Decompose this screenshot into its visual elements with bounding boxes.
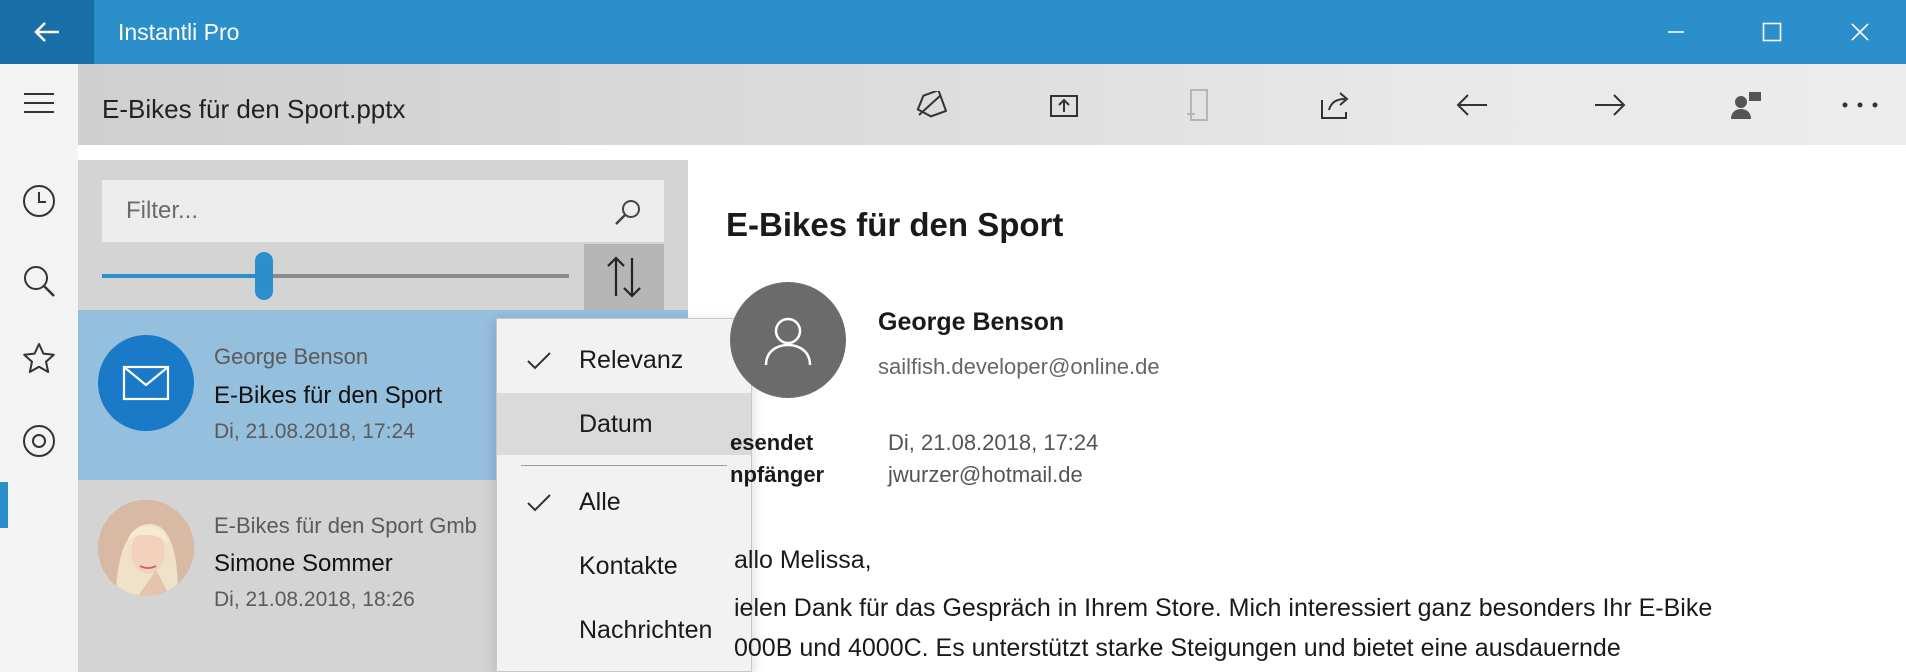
- message-title: E-Bikes für den Sport: [726, 206, 1064, 243]
- mail-icon: [122, 365, 170, 401]
- menu-item-label: Relevanz: [579, 345, 684, 374]
- item-date: Di, 21.08.2018, 17:24: [214, 420, 415, 443]
- search-icon: [24, 266, 55, 297]
- target-nav-button[interactable]: [0, 402, 78, 480]
- checkmark-icon: [527, 352, 551, 370]
- title-bar: Instantli Pro: [0, 0, 1906, 64]
- menu-item-nachrichten[interactable]: Nachrichten: [497, 599, 751, 661]
- previous-button[interactable]: [1432, 64, 1512, 145]
- item-subject: Simone Sommer: [214, 550, 393, 577]
- slider-track: [264, 274, 569, 278]
- arrow-right-icon: [1595, 93, 1626, 116]
- item-date: Di, 21.08.2018, 18:26: [214, 588, 415, 611]
- share-button[interactable]: [1296, 64, 1376, 145]
- clock-icon: [23, 185, 55, 217]
- recipient-value[interactable]: jwurzer@hotmail.de: [888, 462, 1083, 488]
- document-title: E-Bikes für den Sport.pptx: [102, 94, 406, 124]
- close-icon: [1851, 23, 1869, 41]
- avatar: [98, 335, 194, 431]
- avatar: [98, 500, 194, 596]
- maximize-icon: [1762, 22, 1782, 42]
- message-body-line: allo Melissa,: [734, 546, 872, 574]
- minimize-icon: [1668, 31, 1684, 33]
- document-move-icon: [1187, 88, 1208, 121]
- next-button[interactable]: [1570, 64, 1650, 145]
- sort-filter-menu: Relevanz Datum Alle Kontakte Nachrichten: [496, 318, 752, 672]
- item-subject: E-Bikes für den Sport: [214, 382, 443, 409]
- app-title: Instantli Pro: [118, 19, 240, 45]
- menu-item-relevanz[interactable]: Relevanz: [497, 329, 751, 391]
- open-window-icon: [1050, 94, 1078, 117]
- search-nav-button[interactable]: [0, 242, 78, 320]
- back-button[interactable]: [0, 0, 94, 64]
- sort-icon: [607, 256, 641, 298]
- menu-item-label: Nachrichten: [579, 615, 713, 644]
- target-icon: [23, 425, 55, 457]
- more-button[interactable]: [1820, 64, 1900, 145]
- menu-item-label: Kontakte: [579, 551, 678, 580]
- tag-button[interactable]: [890, 64, 970, 145]
- hamburger-menu-button[interactable]: [0, 64, 78, 142]
- sender-name: George Benson: [878, 308, 1065, 336]
- sort-button[interactable]: [584, 244, 664, 310]
- star-icon: [23, 343, 55, 373]
- sent-value: Di, 21.08.2018, 17:24: [888, 430, 1099, 455]
- menu-separator: [521, 465, 727, 466]
- more-icon: [1842, 102, 1878, 107]
- filter-input[interactable]: [102, 180, 602, 242]
- message-body-line: ielen Dank für das Gespräch in Ihrem Sto…: [734, 594, 1713, 622]
- rail-selection-indicator: [0, 482, 8, 528]
- filter-box: [102, 180, 664, 242]
- item-sender: George Benson: [214, 344, 369, 369]
- recent-nav-button[interactable]: [0, 162, 78, 240]
- sender-avatar: [730, 282, 846, 398]
- contact-icon: [1731, 91, 1761, 119]
- maximize-button[interactable]: [1726, 0, 1818, 64]
- menu-item-kontakte[interactable]: Kontakte: [497, 535, 751, 597]
- tag-icon: [916, 90, 947, 117]
- person-icon: [764, 317, 812, 366]
- minimize-button[interactable]: [1630, 0, 1722, 64]
- share-icon: [1321, 91, 1349, 119]
- item-sender: E-Bikes für den Sport Gmb: [214, 513, 477, 538]
- sender-email[interactable]: sailfish.developer@online.de: [878, 354, 1160, 380]
- slider-thumb[interactable]: [255, 252, 273, 300]
- favorites-nav-button[interactable]: [0, 320, 78, 398]
- recipient-label: npfänger: [730, 462, 825, 487]
- menu-item-datum[interactable]: Datum: [497, 393, 751, 455]
- message-body-line: 000B und 4000C. Es unterstützt starke St…: [734, 634, 1621, 662]
- menu-item-label: Datum: [579, 409, 653, 438]
- move-button[interactable]: [1160, 64, 1240, 145]
- close-button[interactable]: [1814, 0, 1906, 64]
- slider-track-filled: [102, 274, 264, 278]
- open-button[interactable]: [1024, 64, 1104, 145]
- menu-item-label: Alle: [579, 487, 621, 516]
- checkmark-icon: [527, 494, 551, 512]
- contact-button[interactable]: [1706, 64, 1786, 145]
- arrow-left-icon: [34, 22, 59, 42]
- navigation-rail: [0, 64, 78, 672]
- person-photo-icon: [98, 500, 194, 596]
- search-icon[interactable]: [612, 196, 644, 228]
- arrow-left-icon: [1456, 93, 1487, 116]
- menu-item-alle[interactable]: Alle: [497, 471, 751, 533]
- sent-label: esendet: [730, 430, 814, 455]
- hamburger-icon: [24, 93, 54, 113]
